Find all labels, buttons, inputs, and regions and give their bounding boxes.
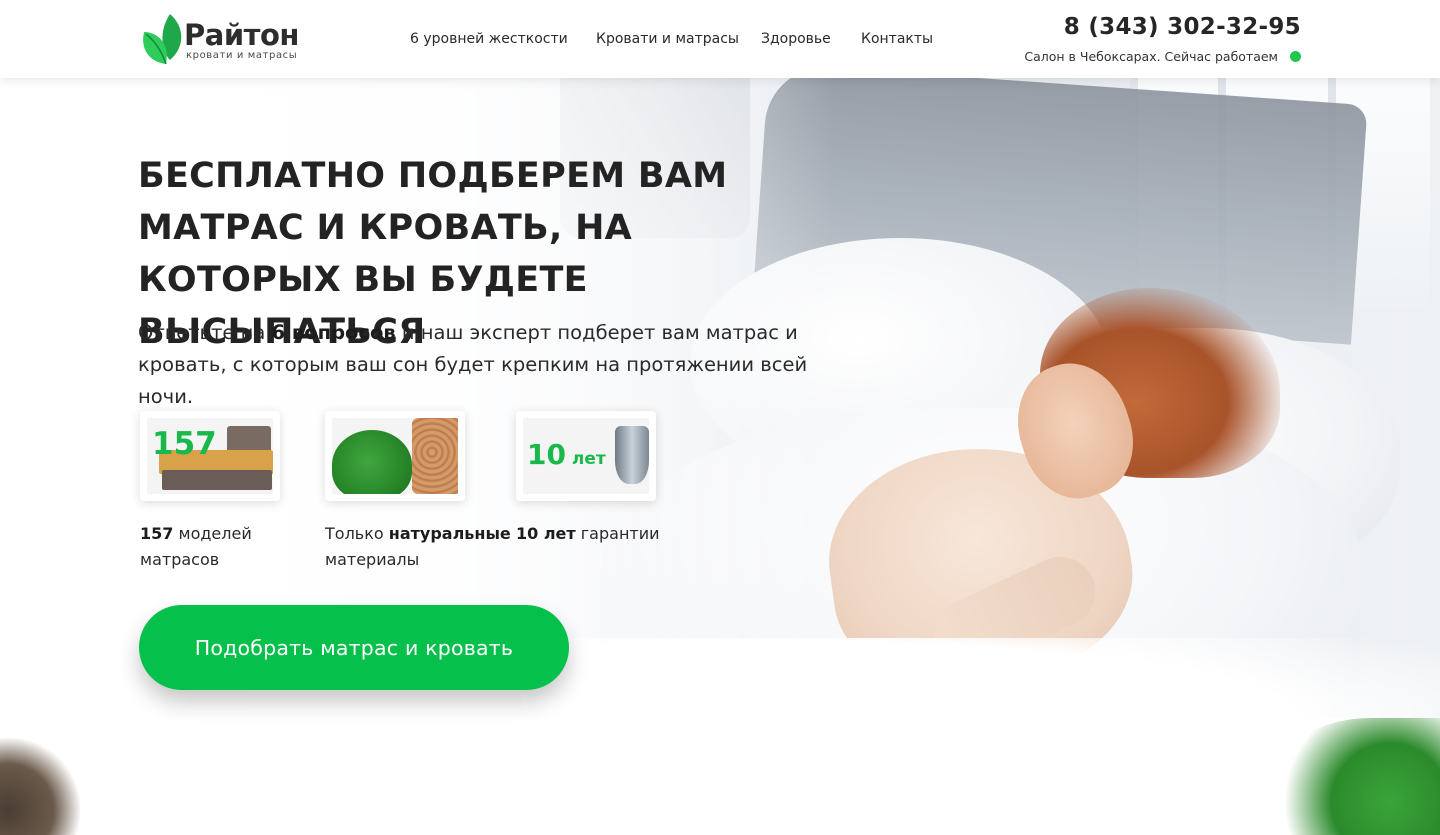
feature-card: [325, 411, 465, 501]
bed-icon: 157: [147, 418, 273, 494]
feature-caption-bold: 157: [140, 524, 174, 543]
tree-shape: [332, 430, 412, 494]
nav-link-stiffness-levels[interactable]: 6 уровней жесткости: [410, 29, 568, 49]
nav-link-health[interactable]: Здоровье: [761, 29, 831, 49]
select-mattress-bed-button[interactable]: Подобрать матрас и кровать: [139, 605, 569, 690]
eagle-decor: [0, 738, 80, 835]
feature-models-count: 157 157 моделей матрасов: [140, 411, 330, 573]
feature-card: 157: [140, 411, 280, 501]
salon-status-text: Салон в Чебоксарах. Сейчас работаем: [1024, 49, 1278, 64]
feature-image-number: 157: [152, 426, 217, 462]
logo-subtitle: кровати и матрасы: [186, 50, 298, 61]
hero-lead-text: Ответьте на 6 вопросов и наш эксперт под…: [138, 317, 858, 413]
feature-caption: 10 лет гарантии: [516, 521, 706, 547]
nav-link-beds-mattresses[interactable]: Кровати и матрасы: [596, 29, 739, 49]
site-header: Райтон кровати и матрасы 6 уровней жестк…: [0, 0, 1440, 78]
wood-slice-shape: [412, 418, 458, 494]
feature-warranty: 10 лет 10 лет гарантии: [516, 411, 706, 547]
bed-frame-shape: [162, 470, 272, 490]
open-status-indicator: [1290, 51, 1301, 62]
feature-caption: Только натуральные материалы: [325, 521, 515, 573]
feature-caption-bold: натуральные: [388, 524, 511, 543]
feature-caption: 157 моделей матрасов: [140, 521, 330, 573]
nav-link-contacts[interactable]: Контакты: [861, 29, 933, 49]
logo-title: Райтон: [184, 18, 299, 52]
warranty-years-unit: лет: [565, 449, 606, 469]
feature-natural-materials: Только натуральные материалы: [325, 411, 515, 573]
feature-caption-bold: 10 лет: [516, 524, 576, 543]
phone-number-link[interactable]: 8 (343) 302-32-95: [1064, 12, 1301, 42]
shield-icon: 10 лет: [523, 418, 649, 494]
shield-shape: [615, 426, 649, 484]
lead-text-part: Ответьте на: [138, 321, 272, 344]
cloud-decor: [0, 718, 1440, 835]
feature-card: 10 лет: [516, 411, 656, 501]
logo[interactable]: Райтон кровати и матрасы: [140, 12, 310, 66]
feature-image-number: 10 лет: [527, 438, 606, 476]
lead-text-bold: 6 вопросов: [271, 321, 396, 344]
feature-caption-text: материалы: [325, 550, 420, 569]
tree-wood-icon: [332, 418, 458, 494]
leaf-logo-icon: [143, 14, 182, 65]
warranty-years-number: 10: [527, 438, 566, 471]
feature-caption-text: гарантии: [575, 524, 660, 543]
feature-caption-text: Только: [325, 524, 389, 543]
